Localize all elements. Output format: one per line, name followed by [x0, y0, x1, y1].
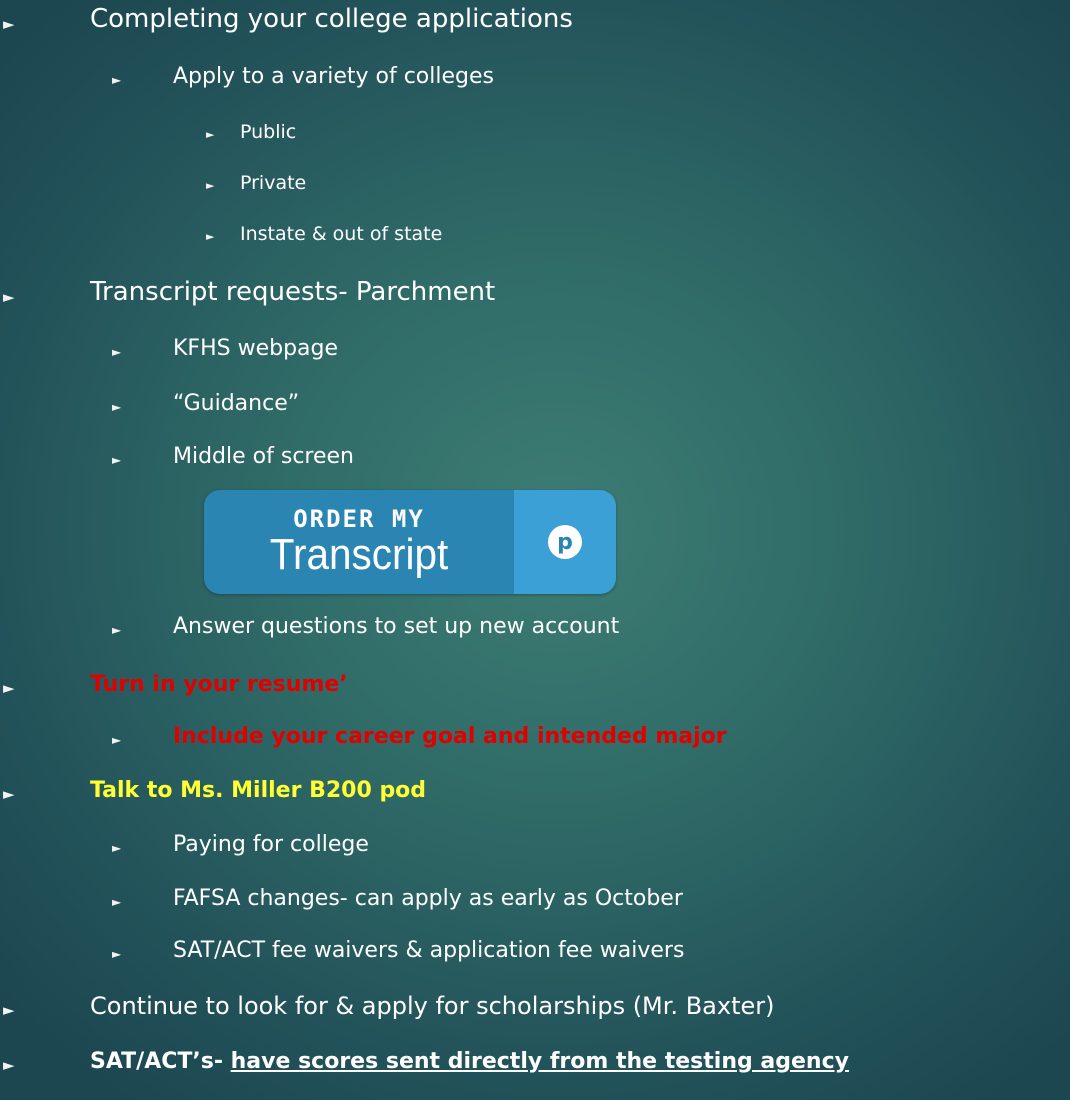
scores-sent-text: have scores sent directly from the testi… — [230, 1049, 849, 1074]
item-text: SAT/ACT’s- have scores sent directly fro… — [90, 1049, 849, 1074]
item-text: Continue to look for & apply for scholar… — [90, 992, 775, 1020]
bullet-arrow-icon: ► — [112, 453, 122, 467]
bullet-arrow-icon: ► — [3, 1056, 15, 1074]
bullet-arrow-icon: ► — [112, 947, 122, 961]
order-transcript-button[interactable]: ORDER MY Transcript p — [204, 490, 616, 594]
bullet-arrow-icon: ► — [3, 785, 15, 803]
sat-act-label: SAT/ACT’s- — [90, 1049, 223, 1074]
order-my-text: ORDER MY — [293, 505, 425, 533]
bullet-arrow-icon: ► — [3, 679, 15, 697]
item-text: SAT/ACT fee waivers & application fee wa… — [173, 938, 685, 963]
bullet-arrow-icon: ► — [3, 1001, 15, 1019]
bullet-arrow-icon: ► — [112, 400, 122, 414]
item-text: Middle of screen — [173, 444, 354, 469]
item-text: Transcript requests- Parchment — [90, 277, 496, 307]
bullet-arrow-icon: ► — [3, 15, 15, 33]
item-text: Apply to a variety of colleges — [173, 64, 494, 89]
bullet-arrow-icon: ► — [206, 230, 215, 243]
bullet-arrow-icon: ► — [206, 179, 215, 192]
bullet-arrow-icon: ► — [112, 841, 122, 855]
item-text: Paying for college — [173, 832, 369, 857]
item-text: KFHS webpage — [173, 336, 339, 361]
parchment-logo-icon: p — [548, 525, 582, 559]
item-text: Instate & out of state — [240, 223, 443, 245]
bullet-arrow-icon: ► — [112, 623, 122, 637]
item-text: Private — [240, 172, 307, 194]
item-text: Talk to Ms. Miller B200 pod — [90, 778, 427, 803]
bullet-arrow-icon: ► — [112, 345, 122, 359]
transcript-text: Transcript — [269, 530, 449, 579]
order-transcript-label: ORDER MY Transcript — [204, 490, 514, 594]
item-text: Public — [240, 121, 297, 143]
item-text: FAFSA changes- can apply as early as Oct… — [173, 886, 683, 911]
bullet-arrow-icon: ► — [206, 128, 215, 141]
item-text: Turn in your resume’ — [90, 672, 348, 697]
parchment-logo-panel: p — [514, 490, 616, 594]
item-text: Answer questions to set up new account — [173, 614, 620, 639]
item-text: “Guidance” — [173, 391, 300, 416]
bullet-arrow-icon: ► — [112, 733, 122, 747]
bullet-arrow-icon: ► — [112, 895, 122, 909]
item-text: Completing your college applications — [90, 4, 573, 34]
bullet-arrow-icon: ► — [3, 288, 15, 306]
bullet-arrow-icon: ► — [112, 73, 122, 87]
item-text: Include your career goal and intended ma… — [173, 724, 727, 749]
